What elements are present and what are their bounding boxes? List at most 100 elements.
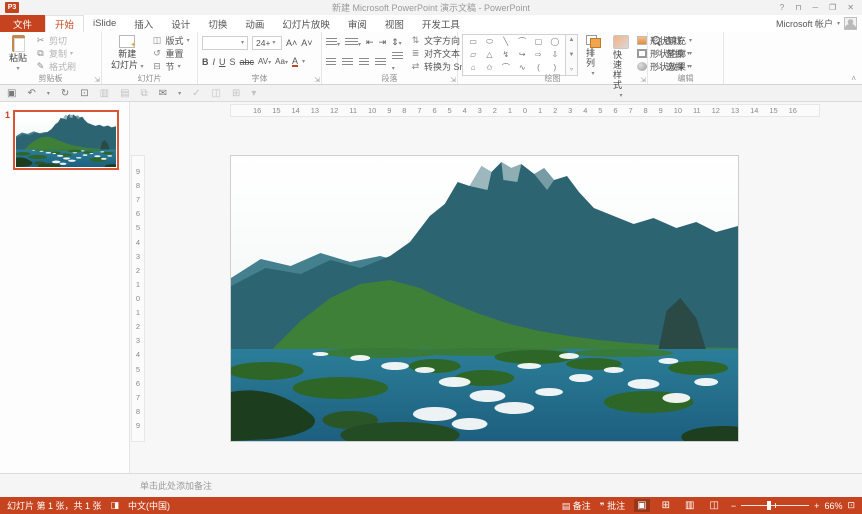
gallery-more-icon[interactable]: ▿ bbox=[570, 66, 573, 73]
tab-animations[interactable]: 动画 bbox=[236, 15, 273, 32]
account-menu[interactable]: Microsoft 帐户 ▾ bbox=[776, 15, 862, 32]
align-left-icon[interactable] bbox=[326, 58, 336, 66]
tab-slideshow[interactable]: 幻灯片放映 bbox=[273, 15, 339, 32]
underline-button[interactable]: U bbox=[219, 57, 226, 67]
cut-button[interactable]: ✂剪切 bbox=[35, 34, 76, 47]
tab-islide[interactable]: iSlide bbox=[84, 15, 125, 32]
fit-to-window-icon[interactable]: ⊡ bbox=[847, 500, 855, 511]
shape-icon[interactable]: ▭ bbox=[469, 38, 477, 46]
increase-indent-icon[interactable]: ⇥ bbox=[379, 37, 387, 48]
shapes-gallery-scroll[interactable]: ▲ ▼ ▿ bbox=[566, 34, 578, 76]
strikethrough-button[interactable]: abc bbox=[240, 57, 255, 67]
chart-icon[interactable]: ⊞ bbox=[232, 88, 240, 99]
undo-dropdown-icon[interactable]: ▾ bbox=[47, 90, 50, 97]
clipboard-dialog-launcher-icon[interactable]: ⇲ bbox=[94, 76, 100, 84]
line-spacing-button[interactable]: ⇕▾ bbox=[391, 37, 402, 48]
notes-toggle[interactable]: ▤ 备注 bbox=[562, 499, 591, 512]
minimize-icon[interactable]: ─ bbox=[812, 3, 818, 12]
align-center-icon[interactable] bbox=[342, 58, 352, 66]
paragraph-dialog-launcher-icon[interactable]: ⇲ bbox=[450, 76, 456, 84]
grow-font-button[interactable]: A˄ bbox=[286, 38, 297, 48]
italic-button[interactable]: I bbox=[213, 57, 216, 67]
vertical-ruler[interactable]: 9876543210123456789 bbox=[131, 155, 145, 442]
new-document-icon[interactable]: ▤ bbox=[120, 88, 129, 99]
text-shadow-button[interactable]: S bbox=[230, 57, 236, 67]
tab-insert[interactable]: 插入 bbox=[125, 15, 162, 32]
shape-icon[interactable]: ◯ bbox=[550, 38, 559, 46]
change-case-button[interactable]: Aa▾ bbox=[275, 57, 288, 66]
gallery-up-icon[interactable]: ▲ bbox=[569, 37, 575, 43]
font-dialog-launcher-icon[interactable]: ⇲ bbox=[314, 76, 320, 84]
tab-view[interactable]: 视图 bbox=[376, 15, 413, 32]
shape-icon[interactable]: ▱ bbox=[470, 51, 476, 59]
shape-icon[interactable]: ⌂ bbox=[471, 64, 476, 72]
font-color-button[interactable]: A bbox=[292, 57, 298, 67]
zoom-out-button[interactable]: − bbox=[731, 501, 736, 511]
shape-icon[interactable]: ) bbox=[553, 64, 556, 72]
slide-thumbnail[interactable] bbox=[13, 110, 119, 170]
shape-icon[interactable]: ∿ bbox=[519, 64, 526, 72]
email-icon[interactable]: ✉ bbox=[159, 88, 167, 99]
qat-dropdown-icon[interactable]: ▾ bbox=[178, 90, 181, 97]
tab-design[interactable]: 设计 bbox=[162, 15, 199, 32]
tab-review[interactable]: 审阅 bbox=[339, 15, 376, 32]
decrease-indent-icon[interactable]: ⇤ bbox=[366, 37, 374, 48]
shapes-gallery[interactable]: ▭⬭╲⌒▢◯▱△↯↪⇨⇩⌂✩⌒∿() bbox=[462, 34, 566, 76]
copy-button[interactable]: ⧉复制▾ bbox=[35, 47, 76, 60]
shape-icon[interactable]: ↪ bbox=[519, 51, 526, 59]
bold-button[interactable]: B bbox=[202, 57, 209, 67]
shape-icon[interactable]: △ bbox=[486, 51, 492, 59]
save-icon[interactable]: ▣ bbox=[7, 88, 16, 99]
spelling-icon[interactable]: ✓ bbox=[192, 88, 200, 99]
comments-toggle[interactable]: ❞ 批注 bbox=[600, 499, 625, 512]
align-right-icon[interactable] bbox=[359, 58, 369, 66]
shrink-font-button[interactable]: A˅ bbox=[301, 38, 312, 48]
slide-sorter-view-icon[interactable]: ⊞ bbox=[659, 499, 673, 512]
replace-button[interactable]: ab替换▾ bbox=[652, 47, 690, 60]
shape-icon[interactable]: ⬭ bbox=[486, 38, 493, 46]
quick-styles-button[interactable]: 快速样式 ▾ bbox=[608, 34, 634, 102]
reading-view-icon[interactable]: ▥ bbox=[682, 499, 697, 512]
shape-icon[interactable]: ⇩ bbox=[551, 51, 558, 59]
collapse-ribbon-icon[interactable]: ˄ bbox=[851, 74, 856, 83]
horizontal-ruler[interactable]: 1615141312111098765432101234567891011121… bbox=[230, 104, 820, 117]
gallery-down-icon[interactable]: ▼ bbox=[569, 52, 575, 58]
theme-icon[interactable]: ◨ bbox=[111, 500, 120, 511]
paste-button[interactable]: 粘贴 ▾ bbox=[4, 34, 32, 75]
ribbon-display-options-icon[interactable]: ⊓ bbox=[795, 3, 801, 12]
undo-icon[interactable]: ↶ bbox=[27, 88, 35, 99]
tab-home[interactable]: 开始 bbox=[45, 15, 84, 32]
slide-canvas[interactable] bbox=[230, 155, 739, 442]
layout-button[interactable]: ◫版式▾ bbox=[152, 34, 190, 47]
shape-icon[interactable]: ⌒ bbox=[502, 64, 510, 72]
zoom-slider-handle[interactable] bbox=[767, 501, 771, 510]
zoom-in-button[interactable]: + bbox=[814, 501, 819, 511]
section-button[interactable]: ⊟节▾ bbox=[152, 60, 190, 73]
start-slideshow-icon[interactable]: ⊡ bbox=[80, 88, 88, 99]
format-painter-button[interactable]: ✎格式刷 bbox=[35, 60, 76, 73]
columns-button[interactable]: ▾ bbox=[392, 52, 405, 72]
select-button[interactable]: ⇖选择▾ bbox=[652, 60, 690, 73]
notes-pane[interactable]: 单击此处添加备注 bbox=[0, 473, 862, 497]
drawing-dialog-launcher-icon[interactable]: ⇲ bbox=[640, 76, 646, 84]
zoom-level[interactable]: 66% bbox=[824, 501, 842, 511]
character-spacing-button[interactable]: AV▾ bbox=[258, 57, 271, 66]
shape-icon[interactable]: ⇨ bbox=[535, 51, 542, 59]
new-slide-button[interactable]: 新建 幻灯片 ▾ bbox=[106, 34, 149, 73]
slide-image[interactable] bbox=[231, 156, 738, 441]
tab-transitions[interactable]: 切换 bbox=[199, 15, 236, 32]
print-preview-icon[interactable]: ▥ bbox=[100, 88, 109, 99]
avatar[interactable] bbox=[844, 17, 857, 30]
tab-developer[interactable]: 开发工具 bbox=[413, 15, 469, 32]
shape-icon[interactable]: ╲ bbox=[503, 38, 508, 46]
zoom-slider[interactable] bbox=[741, 505, 809, 506]
find-button[interactable]: 查找 bbox=[652, 34, 690, 47]
tab-file[interactable]: 文件 bbox=[0, 15, 45, 32]
shape-icon[interactable]: ↯ bbox=[502, 51, 509, 59]
shape-icon[interactable]: ▢ bbox=[535, 38, 543, 46]
reset-button[interactable]: ↺重置 bbox=[152, 47, 190, 60]
close-icon[interactable]: ✕ bbox=[847, 3, 854, 12]
picture-icon[interactable]: ◫ bbox=[211, 88, 220, 99]
font-size-combo[interactable]: 24+▾ bbox=[252, 36, 282, 50]
shape-icon[interactable]: ✩ bbox=[486, 64, 493, 72]
